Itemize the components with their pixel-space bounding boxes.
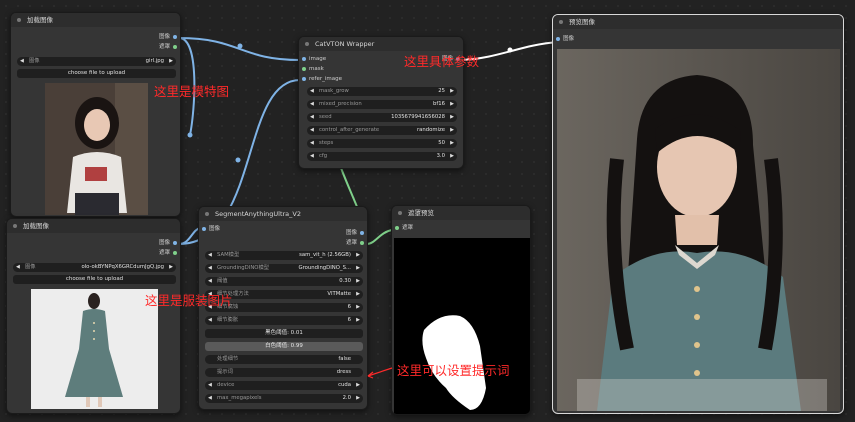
input-refer-image-port[interactable]: refer_image — [299, 75, 342, 84]
node-title[interactable]: CatVTON Wrapper — [299, 37, 463, 51]
input-image-port[interactable]: image — [299, 55, 326, 64]
upload-button[interactable]: choose file to upload — [13, 275, 176, 284]
seed-widget[interactable]: ◀ seed 1035679941656028 ▶ — [307, 113, 457, 122]
input-image-port[interactable]: 图像 — [199, 225, 220, 234]
black-point-slider[interactable]: 黑色阈值: 0.01 — [205, 329, 363, 338]
image-select[interactable]: ◀ 图像 olo-okBYNPqX6GRCdumJgQ.jpg ▶ — [13, 263, 176, 272]
input-mask-port[interactable]: 遮罩 — [392, 224, 413, 233]
node-title[interactable]: 遮罩预览 — [392, 206, 530, 220]
model-image-preview — [45, 83, 148, 215]
control-after-generate-widget[interactable]: ◀ control_after_generate randomize ▶ — [307, 126, 457, 135]
upload-button[interactable]: choose file to upload — [17, 69, 176, 78]
cfg-widget[interactable]: ◀ cfg 3.0 ▶ — [307, 152, 457, 161]
load-image-node-cloth[interactable]: 加载图像 图像 遮罩 ◀ 图像 olo-okBYNPqX6GRCdumJgQ.jpg… — [6, 218, 181, 414]
node-title[interactable]: 预览图像 — [553, 15, 843, 29]
input-mask-port[interactable]: mask — [299, 65, 324, 74]
output-image-port[interactable]: 图像 — [159, 239, 180, 248]
wire-reroute-dot — [237, 43, 243, 49]
output-mask-port[interactable]: 遮罩 — [159, 249, 180, 258]
device-widget[interactable]: ◀ device cuda ▶ — [205, 381, 363, 390]
node-title[interactable]: SegmentAnythingUltra_V2 — [199, 207, 367, 221]
node-title[interactable]: 加载图像 — [11, 13, 180, 27]
image-select[interactable]: ◀ 图像 girl.jpg ▶ — [17, 57, 176, 66]
output-image-port[interactable]: 图像 — [159, 33, 180, 42]
input-image-port[interactable]: 图像 — [553, 35, 574, 44]
wire-reroute-dot — [187, 132, 193, 138]
wire-reroute-dot — [507, 47, 513, 53]
process-detail-toggle[interactable]: 处理细节 false — [205, 355, 363, 364]
mask-preview-node[interactable]: 遮罩预览 遮罩 — [391, 205, 531, 415]
output-mask-port[interactable]: 遮罩 — [346, 239, 367, 248]
detail-dilate-widget[interactable]: ◀ 细节膨胀 6 ▶ — [205, 316, 363, 325]
result-image-preview — [557, 49, 840, 411]
node-title[interactable]: 加载图像 — [7, 219, 180, 233]
output-mask-port[interactable]: 遮罩 — [159, 43, 180, 52]
steps-widget[interactable]: ◀ steps 50 ▶ — [307, 139, 457, 148]
sam-model-widget[interactable]: ◀ SAM模型 sam_vit_h (2.56GB) ▶ — [205, 251, 363, 260]
annotation-prompt: 这里可以设置提示词 — [397, 363, 510, 378]
groundingdino-model-widget[interactable]: ◀ GroundingDINO模型 GroundingDINO_S... ▶ — [205, 264, 363, 273]
annotation-params: 这里具体参数 — [404, 54, 480, 69]
cloth-image-preview — [31, 289, 158, 409]
mixed-precision-widget[interactable]: ◀ mixed_precision bf16 ▶ — [307, 100, 457, 109]
mask-grow-widget[interactable]: ◀ mask_grow 25 ▶ — [307, 87, 457, 96]
load-image-node-model[interactable]: 加载图像 图像 遮罩 ◀ 图像 girl.jpg ▶ choose file to u… — [10, 12, 181, 217]
wire-mask-to-preview — [366, 229, 393, 245]
threshold-widget[interactable]: ◀ 阈值 0.30 ▶ — [205, 277, 363, 286]
prompt-field[interactable]: 提示词 dress — [205, 368, 363, 377]
output-image-port[interactable]: 图像 — [346, 229, 367, 238]
preview-image-node[interactable]: 预览图像 图像 — [552, 14, 844, 414]
wire-model-to-image — [178, 37, 301, 61]
wire-reroute-dot — [235, 157, 241, 163]
annotation-cloth-image: 这里是服装图片 — [145, 293, 233, 308]
white-point-slider[interactable]: 白色阈值: 0.99 — [205, 342, 363, 351]
mask-preview-image — [394, 238, 530, 414]
max-megapixels-widget[interactable]: ◀ max_megapixels 2.0 ▶ — [205, 394, 363, 403]
annotation-model-image: 这里是模特图 — [154, 84, 230, 99]
